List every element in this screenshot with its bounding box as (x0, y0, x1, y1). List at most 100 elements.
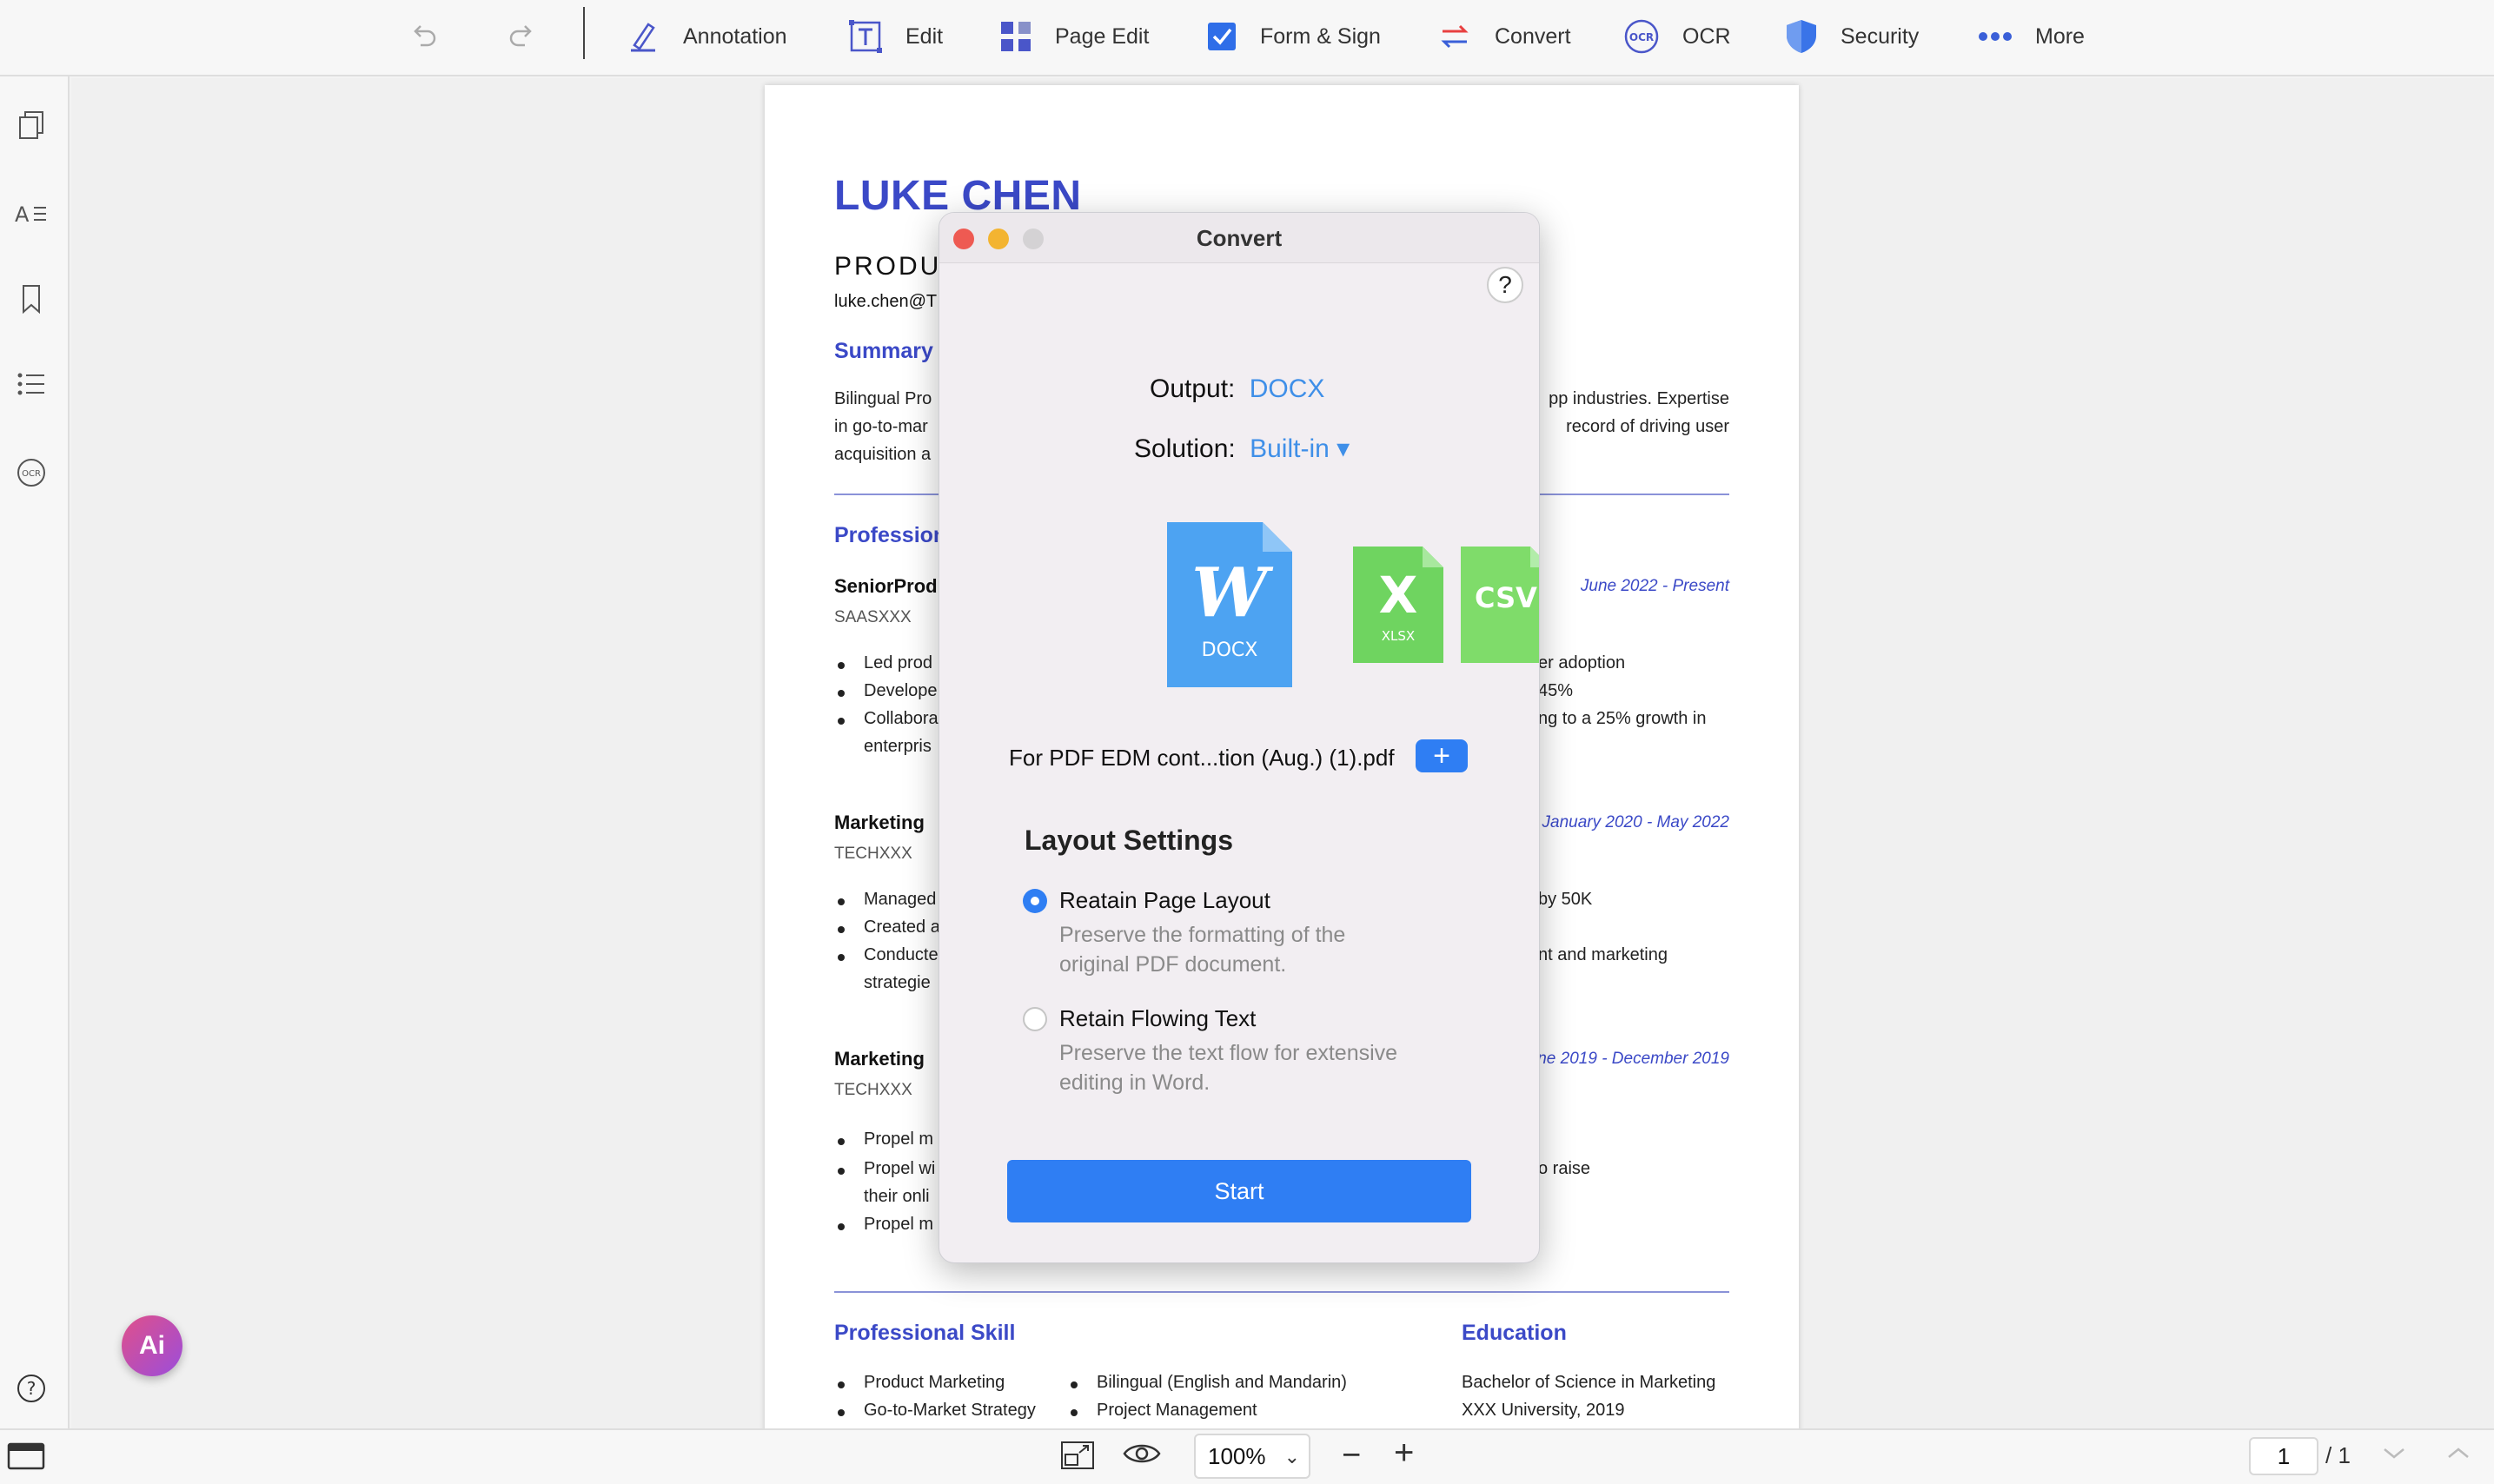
job-bullet: er adoption (1538, 653, 1626, 672)
prev-page-button[interactable] (2445, 1444, 2471, 1466)
read-mode-button[interactable] (1123, 1441, 1161, 1471)
toolbar-security[interactable]: Security (1785, 12, 1919, 61)
help-icon: ? (17, 1375, 45, 1402)
add-file-button[interactable]: + (1416, 739, 1468, 772)
output-label: Output: (1150, 374, 1236, 403)
job-bullet: nt and marketing (1538, 945, 1668, 964)
toolbar-page-edit[interactable]: Page Edit (999, 12, 1149, 61)
convert-dialog: Convert ? Output: DOCX Solution: Built-i… (939, 212, 1540, 1263)
job-bullet: Propel wi (864, 1159, 936, 1178)
bullet-dot (838, 926, 845, 933)
zoom-out-button[interactable]: − (1342, 1437, 1361, 1474)
solution-dropdown[interactable]: Built-in ▾ (1250, 434, 1350, 463)
job-date: June 2022 - Present (1580, 577, 1729, 595)
eye-icon (1123, 1444, 1161, 1463)
flowing-text-desc: Preserve the text flow for extensive (1059, 1041, 1398, 1065)
retain-layout-label[interactable]: Reatain Page Layout (1059, 887, 1270, 914)
job-bullet: Conducte (864, 945, 939, 964)
job-bullet: by 50K (1538, 890, 1593, 909)
toolbar-edit[interactable]: Edit (848, 12, 943, 61)
text-styles-button[interactable]: A (14, 196, 49, 231)
bullet-dot (838, 662, 845, 669)
zoom-in-button[interactable]: + (1394, 1434, 1414, 1473)
ocr-panel-button[interactable]: OCR (14, 455, 49, 490)
csv-doc-icon: CSV (1461, 547, 1539, 663)
dialog-help-button[interactable]: ? (1487, 267, 1523, 303)
ai-assistant-button[interactable]: Ai (122, 1315, 182, 1376)
page-number-input[interactable]: 1 (2249, 1437, 2318, 1475)
window-icon (7, 1442, 45, 1470)
education-line: XXX University, 2019 (1462, 1401, 1625, 1420)
excel-doc-icon: X XLSX (1353, 547, 1443, 663)
format-option-csv[interactable]: CSV (1461, 547, 1539, 667)
redo-button[interactable] (506, 12, 537, 61)
fit-page-button[interactable] (1060, 1441, 1095, 1474)
shield-icon (1787, 20, 1816, 53)
job-company: TECHXXX (834, 1081, 912, 1099)
bookmark-icon (23, 285, 40, 314)
convert-arrows-icon (1441, 24, 1469, 49)
chevron-down-icon: ⌄ (1283, 1446, 1300, 1467)
toolbar-annotation-label: Annotation (683, 23, 787, 49)
job-bullet: ng to a 25% growth in (1538, 709, 1707, 728)
bullet-dot (838, 1223, 845, 1230)
thumbnails-button[interactable] (14, 108, 49, 142)
bullet-dot (838, 1409, 845, 1416)
bullet-dot (838, 954, 845, 961)
summary-heading: Summary (834, 339, 933, 363)
zoom-value: 100% (1208, 1442, 1266, 1469)
toolbar-ocr[interactable]: OCR OCR (1623, 12, 1731, 61)
svg-text:?: ? (27, 1378, 36, 1399)
window-layout-button[interactable] (7, 1442, 45, 1474)
bookmarks-button[interactable] (14, 282, 49, 316)
redo-icon (509, 25, 532, 47)
checkbox-icon (1208, 23, 1236, 50)
dialog-titlebar: Convert (939, 213, 1539, 263)
toolbar-form-sign[interactable]: Form & Sign (1206, 12, 1381, 61)
selected-file-name: For PDF EDM cont...tion (Aug.) (1).pdf (1009, 745, 1395, 771)
flowing-text-desc: editing in Word. (1059, 1070, 1211, 1095)
format-badge: CSV (1475, 581, 1537, 614)
job-title: Marketing (834, 1048, 925, 1070)
job-bullet: 45% (1538, 681, 1574, 700)
job-bullet: strategie (864, 973, 931, 992)
section-divider (834, 1291, 1729, 1293)
start-button[interactable]: Start (1007, 1160, 1471, 1222)
chevron-down-icon (2384, 1448, 2404, 1459)
flowing-text-radio[interactable] (1023, 1007, 1047, 1031)
output-value[interactable]: DOCX (1250, 374, 1325, 403)
help-button[interactable]: ? (14, 1371, 49, 1406)
job-bullet: Led prod (864, 653, 932, 672)
toolbar-annotation[interactable]: Annotation (626, 12, 787, 61)
main-toolbar: Annotation Edit Page Edit Form & Sign Co… (0, 0, 2494, 76)
toolbar-ocr-label: OCR (1682, 23, 1731, 49)
professional-heading: Profession (834, 523, 947, 547)
job-date: January 2020 - May 2022 (1542, 813, 1729, 831)
summary-line: in go-to-mar (834, 417, 928, 436)
outline-button[interactable] (14, 367, 49, 401)
solution-value: Built-in (1250, 434, 1330, 463)
toolbar-convert-label: Convert (1495, 23, 1571, 49)
flowing-text-label[interactable]: Retain Flowing Text (1059, 1005, 1256, 1032)
toolbar-more[interactable]: More (1978, 12, 2085, 61)
summary-line: Bilingual Pro (834, 389, 932, 408)
next-page-button[interactable] (2381, 1444, 2407, 1466)
more-dots-icon (1979, 32, 2012, 41)
format-badge: X (1379, 566, 1418, 625)
toolbar-convert[interactable]: Convert (1437, 12, 1571, 61)
retain-layout-radio[interactable] (1023, 889, 1047, 913)
job-bullet: Created a (864, 918, 940, 937)
skill-item: Project Management (1097, 1401, 1257, 1420)
retain-layout-desc: original PDF document. (1059, 952, 1287, 977)
format-label: XLSX (1382, 628, 1415, 644)
resume-email: luke.chen@T (834, 292, 938, 311)
grid-icon (1001, 22, 1031, 51)
skill-heading: Professional Skill (834, 1321, 1016, 1345)
undo-button[interactable] (408, 12, 440, 61)
format-option-xlsx[interactable]: X XLSX (1353, 547, 1443, 667)
education-line: Bachelor of Science in Marketing (1462, 1373, 1716, 1392)
ocr-icon: OCR (17, 459, 45, 487)
format-option-docx[interactable]: W DOCX (1167, 522, 1292, 692)
job-bullet: Develope (864, 681, 938, 700)
zoom-select[interactable]: 100% ⌄ (1194, 1434, 1310, 1479)
